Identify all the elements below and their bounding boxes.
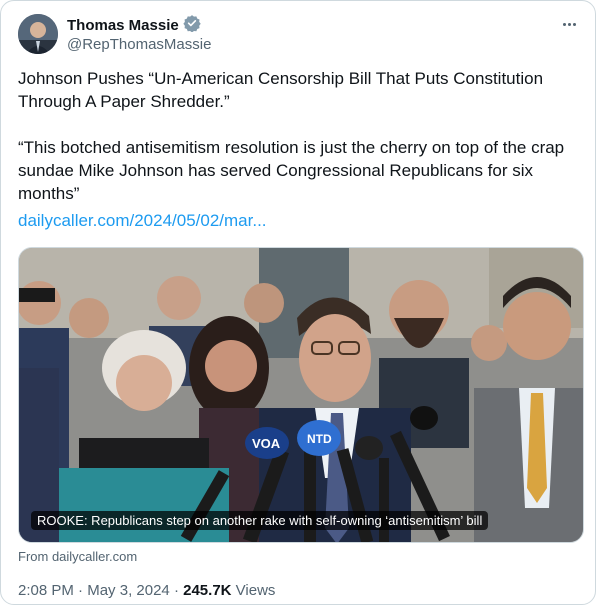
more-options-icon[interactable]: [557, 15, 581, 33]
verified-badge-icon: [183, 14, 201, 37]
link-source[interactable]: From dailycaller.com: [18, 549, 137, 564]
meta-separator-2: ·: [173, 582, 179, 599]
author-name-row: Thomas Massie: [67, 14, 201, 37]
tweet-time[interactable]: 2:08 PM: [18, 582, 74, 599]
tweet-meta: 2:08 PM · May 3, 2024 · 245.7K Views: [18, 582, 275, 599]
ntd-mic-label: NTD: [307, 432, 332, 446]
press-conference-photo: VOA NTD: [19, 248, 583, 542]
link-card-caption: ROOKE: Republicans step on another rake …: [31, 511, 489, 530]
meta-separator: ·: [78, 582, 84, 599]
views-count: 245.7K: [183, 582, 232, 599]
views-label: Views: [235, 582, 276, 599]
author-handle[interactable]: @RepThomasMassie: [67, 36, 211, 53]
link-card-image[interactable]: VOA NTD ROOKE: Republicans step on anoth…: [18, 247, 584, 543]
tweet-text: Johnson Pushes “Un-American Censorship B…: [18, 69, 565, 203]
voa-mic-label: VOA: [252, 436, 281, 451]
tweet-card: Thomas Massie @RepThomasMassie Johnson P…: [0, 0, 596, 605]
author-avatar[interactable]: [18, 14, 58, 54]
author-name[interactable]: Thomas Massie: [67, 17, 179, 34]
tweet-date[interactable]: May 3, 2024: [87, 582, 170, 599]
tweet-link[interactable]: dailycaller.com/2024/05/02/mar...: [18, 211, 267, 231]
